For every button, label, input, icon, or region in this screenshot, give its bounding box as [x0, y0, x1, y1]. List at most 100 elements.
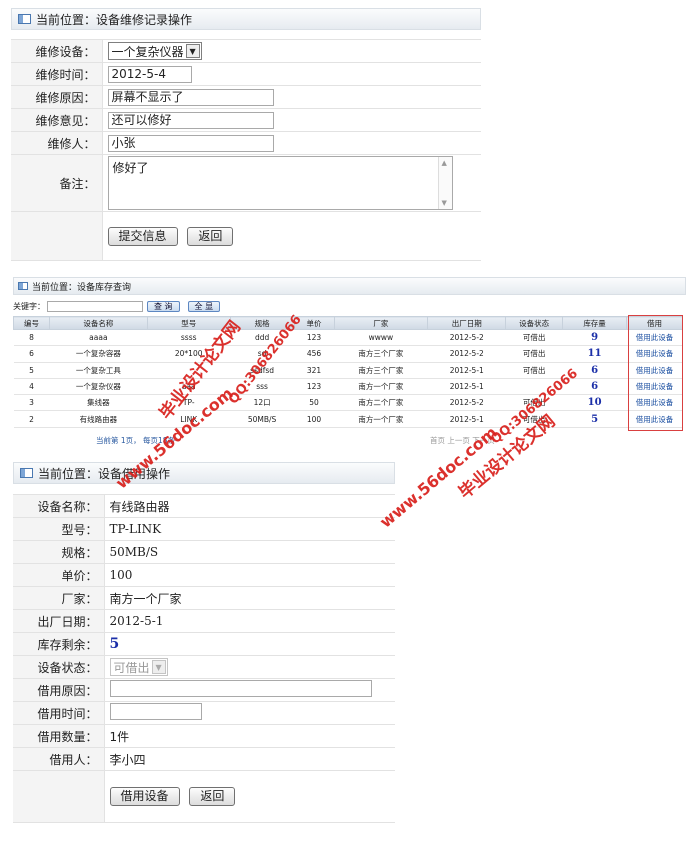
query-button[interactable]: 查 询 — [147, 300, 180, 312]
table-cell: 南方一个厂家 — [334, 378, 428, 396]
col-stock: 库存量 — [562, 316, 628, 330]
table-cell: wwww — [334, 329, 428, 347]
repair-opinion-label: 维修意见： — [11, 108, 103, 132]
repair-reason-input[interactable]: 屏幕不显示了 — [107, 88, 274, 106]
table-cell: 123 — [294, 329, 334, 347]
borrow-reason-input[interactable] — [109, 680, 372, 697]
table-cell: 集线器 — [49, 394, 148, 412]
table-row: 6 一个复杂容器 20*100 sd 456 南方三个厂家 2012-5-2 可借出 11 借用此… — [13, 345, 683, 363]
borrow-name-value: 有线路由器 — [104, 494, 395, 518]
borrow-person-value: 李小四 — [104, 747, 395, 771]
col-borrow: 借用 — [626, 316, 683, 330]
table-cell: 2012-5-1 — [427, 362, 506, 379]
borrow-device-link[interactable]: 借用此设备 — [626, 378, 683, 396]
inventory-breadcrumb: 当前位置：设备库存查询 — [32, 282, 132, 293]
borrow-qty-label: 借用数量： — [13, 724, 105, 748]
table-cell: 2012-5-2 — [427, 394, 506, 412]
table-cell: 可借出 — [505, 329, 563, 347]
keyword-input[interactable] — [47, 300, 143, 312]
inventory-panel-header: 当前位置：设备库存查询 — [13, 277, 686, 295]
repair-device-label: 维修设备： — [11, 39, 103, 63]
repair-time-input[interactable]: 2012-5-4 — [107, 65, 192, 83]
repair-submit-button[interactable]: 提交信息 — [107, 226, 178, 246]
table-row: 4 一个复杂仪器 aaa sss 123 南方一个厂家 2012-5-1 6 借用此设备 — [13, 378, 683, 396]
table-row: 8 aaaa ssss ddd 123 wwww 2012-5-2 可借出 9 借用此设备 — [13, 329, 683, 347]
repair-action-label-cell — [11, 211, 103, 261]
borrow-status-label: 设备状态： — [13, 655, 105, 679]
table-cell: 2 — [13, 410, 50, 428]
repair-form: 维修设备： 一个复杂仪器 ▼ 维修时间： 2012-5-4 维修原因： 屏幕不显… — [11, 39, 481, 261]
borrow-device-link[interactable]: 借用此设备 — [626, 362, 683, 379]
borrow-panel-header: 当前位置：设备借用操作 — [13, 462, 395, 484]
borrow-name-label: 设备名称： — [13, 494, 105, 518]
borrow-maker-label: 厂家： — [13, 586, 105, 610]
table-cell: 可借出 — [505, 345, 563, 363]
borrow-device-link[interactable]: 借用此设备 — [626, 329, 683, 347]
table-cell: 有线路由器 — [49, 410, 148, 428]
table-cell: 6 — [13, 345, 50, 363]
chevron-down-icon: ▼ — [151, 660, 166, 674]
borrow-person-label: 借用人： — [13, 747, 105, 771]
show-all-button[interactable]: 全 显 — [187, 300, 221, 312]
table-header-row: 编号 设备名称 型号 规格 单价 厂家 出厂日期 设备状态 库存量 借用 — [13, 316, 683, 330]
repair-device-select[interactable]: 一个复杂仪器 ▼ — [107, 42, 202, 60]
borrow-price-label: 单价： — [13, 563, 105, 587]
borrow-action-label-cell — [13, 770, 105, 823]
stock-cell: 9 — [562, 329, 627, 347]
table-cell: 5 — [13, 362, 50, 379]
table-cell: 50MB/S — [230, 410, 295, 428]
borrow-date-label: 出厂日期： — [13, 609, 105, 633]
table-cell: 50 — [294, 394, 334, 412]
scroll-down-icon: ▼ — [441, 199, 447, 207]
scroll-up-icon: ▲ — [441, 159, 447, 167]
table-cell: 南方一个厂家 — [334, 410, 428, 428]
table-row: 3 集线器 TP- 12口 50 南方二个厂家 2012-5-2 可借出 10 借用此设备 — [13, 394, 683, 412]
borrow-reason-label: 借用原因： — [13, 678, 105, 702]
table-cell: 可借出 — [505, 362, 563, 379]
repair-person-input[interactable]: 小张 — [107, 134, 274, 152]
borrow-time-label: 借用时间： — [13, 701, 105, 725]
table-cell: 南方二个厂家 — [334, 394, 428, 412]
borrow-spec-value: 50MB/S — [104, 540, 395, 564]
window-icon — [18, 14, 31, 24]
col-maker: 厂家 — [333, 316, 429, 330]
borrow-time-input[interactable] — [109, 703, 202, 720]
repair-opinion-input[interactable]: 还可以修好 — [107, 111, 274, 129]
table-cell: 123 — [294, 378, 334, 396]
col-id: 编号 — [13, 316, 50, 330]
borrow-form: 设备名称： 有线路由器 型号： TP-LINK 规格： 50MB/S 单价： 1… — [13, 494, 395, 823]
borrow-model-value: TP-LINK — [104, 517, 395, 541]
table-cell: 南方三个厂家 — [334, 345, 428, 363]
table-cell: 2012-5-2 — [427, 345, 506, 363]
repair-reason-label: 维修原因： — [11, 85, 103, 109]
window-icon — [20, 468, 33, 478]
col-date: 出厂日期 — [427, 316, 507, 330]
repair-back-button[interactable]: 返回 — [187, 226, 234, 246]
chevron-down-icon: ▼ — [185, 44, 200, 58]
borrow-model-label: 型号： — [13, 517, 105, 541]
textarea-scrollbar[interactable]: ▲ ▼ — [437, 157, 452, 209]
repair-person-label: 维修人： — [11, 131, 103, 155]
repair-time-label: 维修时间： — [11, 62, 103, 86]
window-icon — [18, 282, 28, 290]
borrow-submit-button[interactable]: 借用设备 — [109, 787, 180, 806]
table-cell: aaaa — [49, 329, 148, 347]
borrow-maker-value: 南方一个厂家 — [104, 586, 395, 610]
table-cell: 南方三个厂家 — [334, 362, 428, 379]
borrow-back-button[interactable]: 返回 — [189, 787, 236, 806]
borrow-price-value: 100 — [104, 563, 395, 587]
borrow-device-link[interactable]: 借用此设备 — [626, 394, 683, 412]
stock-cell: 11 — [562, 345, 627, 363]
repair-breadcrumb: 当前位置：设备维修记录操作 — [36, 12, 193, 27]
table-cell: 456 — [294, 345, 334, 363]
borrow-qty-value: 1件 — [104, 724, 395, 748]
borrow-device-link[interactable]: 借用此设备 — [626, 410, 683, 428]
borrow-spec-label: 规格： — [13, 540, 105, 564]
inventory-table: 编号 设备名称 型号 规格 单价 厂家 出厂日期 设备状态 库存量 借用 8 aa… — [13, 316, 683, 428]
borrow-date-value: 2012-5-1 — [104, 609, 395, 633]
table-row: 5 一个复杂工具 ssdfsd 321 南方三个厂家 2012-5-1 可借出 6 借用此设备 — [13, 362, 683, 379]
inventory-search-row: 关键字： 查 询 全 显 — [13, 299, 683, 313]
borrow-device-link[interactable]: 借用此设备 — [626, 345, 683, 363]
keyword-label: 关键字： — [13, 301, 45, 311]
repair-note-textarea[interactable]: 修好了 ▲ ▼ — [107, 156, 453, 210]
